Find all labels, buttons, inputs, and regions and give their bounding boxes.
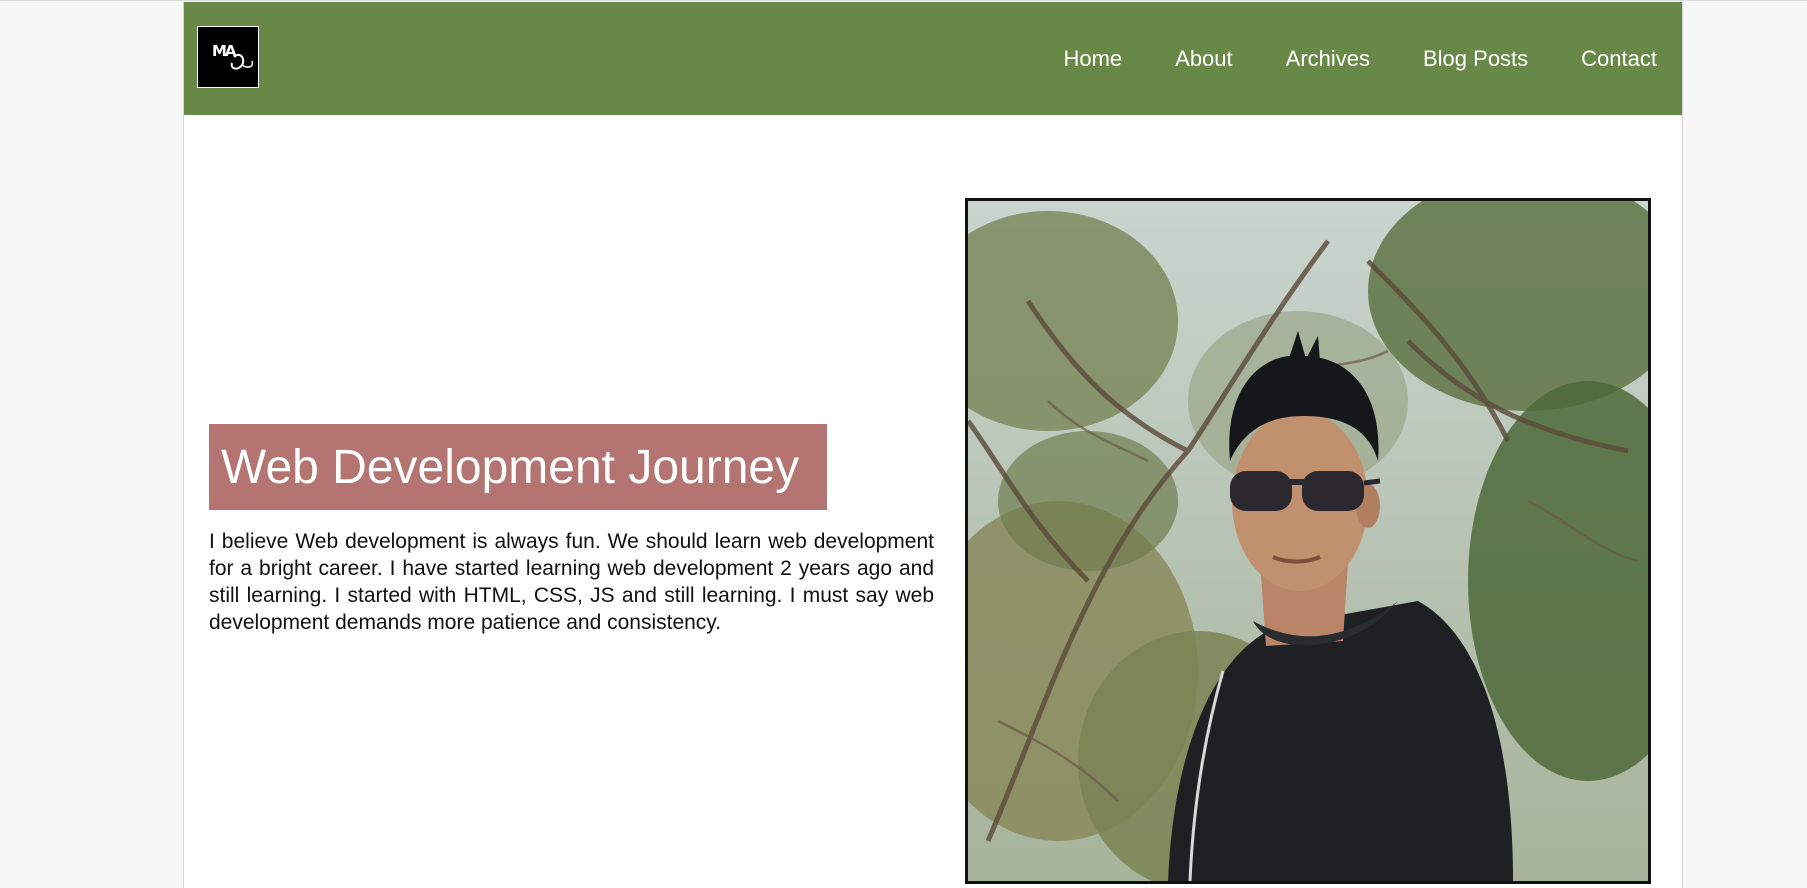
nav-home[interactable]: Home (1063, 46, 1122, 72)
nav-about[interactable]: About (1175, 46, 1233, 72)
navbar: MA Home About Archives Blog Posts Contac… (184, 2, 1682, 115)
hero-title: Web Development Journey (221, 440, 800, 494)
main-nav: Home About Archives Blog Posts Contact (1010, 2, 1657, 115)
profile-photo (965, 198, 1651, 884)
page-container: MA Home About Archives Blog Posts Contac… (183, 2, 1683, 888)
nav-archives[interactable]: Archives (1286, 46, 1370, 72)
profile-photo-illustration (968, 201, 1648, 881)
nav-contact[interactable]: Contact (1581, 46, 1657, 72)
top-divider (0, 0, 1807, 1)
nav-blog-posts[interactable]: Blog Posts (1423, 46, 1528, 72)
hero-paragraph: I believe Web development is always fun.… (209, 530, 934, 634)
hero-title-box: Web Development Journey (209, 424, 827, 510)
logo-swirl-icon (230, 53, 254, 70)
site-logo[interactable]: MA (197, 26, 259, 88)
